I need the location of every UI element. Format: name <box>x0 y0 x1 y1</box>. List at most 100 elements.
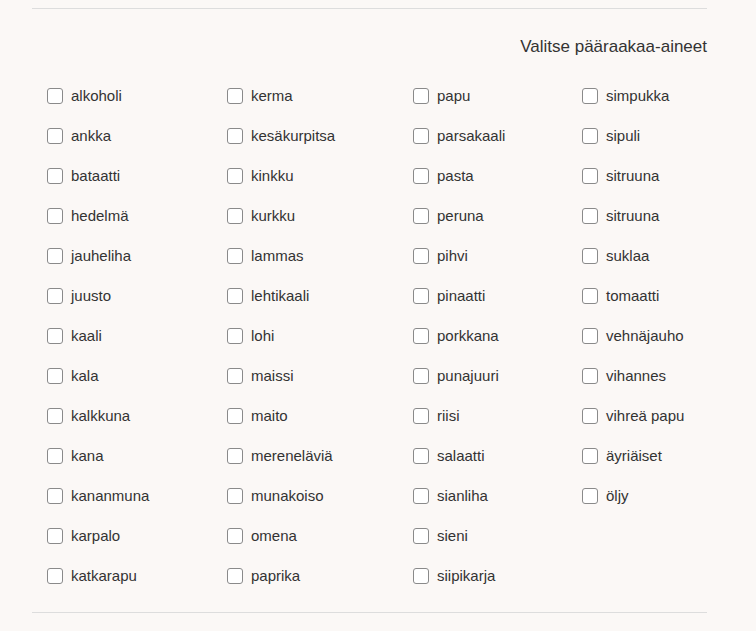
ingredient-option[interactable]: salaatti <box>413 436 582 476</box>
ingredient-option[interactable]: papu <box>413 76 582 116</box>
ingredient-option[interactable]: sitruuna <box>582 196 707 236</box>
ingredient-checkbox[interactable] <box>47 488 63 504</box>
ingredient-option[interactable]: tomaatti <box>582 276 707 316</box>
ingredient-option[interactable]: jauheliha <box>47 236 227 276</box>
ingredient-checkbox[interactable] <box>47 128 63 144</box>
ingredient-checkbox[interactable] <box>47 248 63 264</box>
ingredient-checkbox[interactable] <box>47 368 63 384</box>
ingredient-option[interactable]: vihannes <box>582 356 707 396</box>
ingredient-checkbox[interactable] <box>413 568 429 584</box>
ingredient-option[interactable]: bataatti <box>47 156 227 196</box>
ingredient-option[interactable]: lohi <box>227 316 413 356</box>
ingredient-checkbox[interactable] <box>47 448 63 464</box>
ingredient-option[interactable]: vehnäjauho <box>582 316 707 356</box>
ingredient-option[interactable]: parsakaali <box>413 116 582 156</box>
ingredient-checkbox[interactable] <box>227 368 243 384</box>
ingredient-checkbox[interactable] <box>582 408 598 424</box>
ingredient-option[interactable]: juusto <box>47 276 227 316</box>
ingredient-checkbox[interactable] <box>413 168 429 184</box>
ingredient-option[interactable]: punajuuri <box>413 356 582 396</box>
ingredient-checkbox[interactable] <box>413 528 429 544</box>
ingredient-checkbox[interactable] <box>227 488 243 504</box>
ingredient-checkbox[interactable] <box>582 168 598 184</box>
ingredient-option[interactable]: munakoiso <box>227 476 413 516</box>
ingredient-option[interactable]: vihreä papu <box>582 396 707 436</box>
ingredient-checkbox[interactable] <box>582 328 598 344</box>
ingredient-option[interactable]: kinkku <box>227 156 413 196</box>
ingredient-checkbox[interactable] <box>227 248 243 264</box>
ingredient-option[interactable]: riisi <box>413 396 582 436</box>
ingredient-checkbox[interactable] <box>47 408 63 424</box>
ingredient-checkbox[interactable] <box>227 328 243 344</box>
ingredient-checkbox[interactable] <box>413 208 429 224</box>
ingredient-checkbox[interactable] <box>582 248 598 264</box>
ingredient-checkbox[interactable] <box>227 288 243 304</box>
ingredient-option[interactable]: kananmuna <box>47 476 227 516</box>
ingredient-checkbox[interactable] <box>413 328 429 344</box>
ingredient-checkbox[interactable] <box>47 328 63 344</box>
ingredient-checkbox[interactable] <box>582 128 598 144</box>
ingredient-checkbox[interactable] <box>47 208 63 224</box>
ingredient-option[interactable]: kaali <box>47 316 227 356</box>
ingredient-option[interactable]: sianliha <box>413 476 582 516</box>
ingredient-option[interactable]: sitruuna <box>582 156 707 196</box>
ingredient-option[interactable]: mereneläviä <box>227 436 413 476</box>
ingredient-checkbox[interactable] <box>413 248 429 264</box>
ingredient-checkbox[interactable] <box>227 88 243 104</box>
ingredient-checkbox[interactable] <box>413 288 429 304</box>
ingredient-option[interactable]: kana <box>47 436 227 476</box>
ingredient-option[interactable]: alkoholi <box>47 76 227 116</box>
ingredient-option[interactable]: kurkku <box>227 196 413 236</box>
ingredient-option[interactable]: lammas <box>227 236 413 276</box>
ingredient-option[interactable]: porkkana <box>413 316 582 356</box>
ingredient-option[interactable]: siipikarja <box>413 556 582 596</box>
ingredient-checkbox[interactable] <box>227 448 243 464</box>
ingredient-checkbox[interactable] <box>47 288 63 304</box>
ingredient-checkbox[interactable] <box>47 168 63 184</box>
ingredient-option[interactable]: sieni <box>413 516 582 556</box>
ingredient-option[interactable]: ankka <box>47 116 227 156</box>
ingredient-checkbox[interactable] <box>227 168 243 184</box>
ingredient-option[interactable]: maito <box>227 396 413 436</box>
ingredient-checkbox[interactable] <box>47 568 63 584</box>
ingredient-checkbox[interactable] <box>582 88 598 104</box>
ingredient-option[interactable]: kala <box>47 356 227 396</box>
ingredient-option[interactable]: kerma <box>227 76 413 116</box>
ingredient-checkbox[interactable] <box>582 288 598 304</box>
ingredient-option[interactable]: omena <box>227 516 413 556</box>
ingredient-option[interactable]: lehtikaali <box>227 276 413 316</box>
ingredient-option[interactable]: karpalo <box>47 516 227 556</box>
ingredient-option[interactable]: paprika <box>227 556 413 596</box>
ingredient-checkbox[interactable] <box>413 448 429 464</box>
ingredient-option[interactable]: äyriäiset <box>582 436 707 476</box>
ingredient-checkbox[interactable] <box>413 88 429 104</box>
ingredient-option[interactable]: sipuli <box>582 116 707 156</box>
ingredient-checkbox[interactable] <box>47 528 63 544</box>
ingredient-checkbox[interactable] <box>227 528 243 544</box>
ingredient-option[interactable]: kesäkurpitsa <box>227 116 413 156</box>
ingredient-option[interactable]: pihvi <box>413 236 582 276</box>
ingredient-checkbox[interactable] <box>582 448 598 464</box>
ingredient-option[interactable]: öljy <box>582 476 707 516</box>
ingredient-checkbox[interactable] <box>227 568 243 584</box>
ingredient-checkbox[interactable] <box>413 408 429 424</box>
ingredient-checkbox[interactable] <box>227 208 243 224</box>
ingredient-option[interactable]: kalkkuna <box>47 396 227 436</box>
ingredient-checkbox[interactable] <box>582 488 598 504</box>
ingredient-option[interactable]: pinaatti <box>413 276 582 316</box>
ingredient-option[interactable]: simpukka <box>582 76 707 116</box>
ingredient-option[interactable]: pasta <box>413 156 582 196</box>
ingredient-option[interactable]: maissi <box>227 356 413 396</box>
ingredient-checkbox[interactable] <box>413 488 429 504</box>
ingredient-option[interactable]: peruna <box>413 196 582 236</box>
ingredient-checkbox[interactable] <box>413 128 429 144</box>
ingredient-option[interactable]: suklaa <box>582 236 707 276</box>
ingredient-checkbox[interactable] <box>227 128 243 144</box>
ingredient-checkbox[interactable] <box>582 368 598 384</box>
ingredient-checkbox[interactable] <box>413 368 429 384</box>
ingredient-checkbox[interactable] <box>582 208 598 224</box>
ingredient-option[interactable]: katkarapu <box>47 556 227 596</box>
ingredient-checkbox[interactable] <box>47 88 63 104</box>
ingredient-checkbox[interactable] <box>227 408 243 424</box>
ingredient-option[interactable]: hedelmä <box>47 196 227 236</box>
